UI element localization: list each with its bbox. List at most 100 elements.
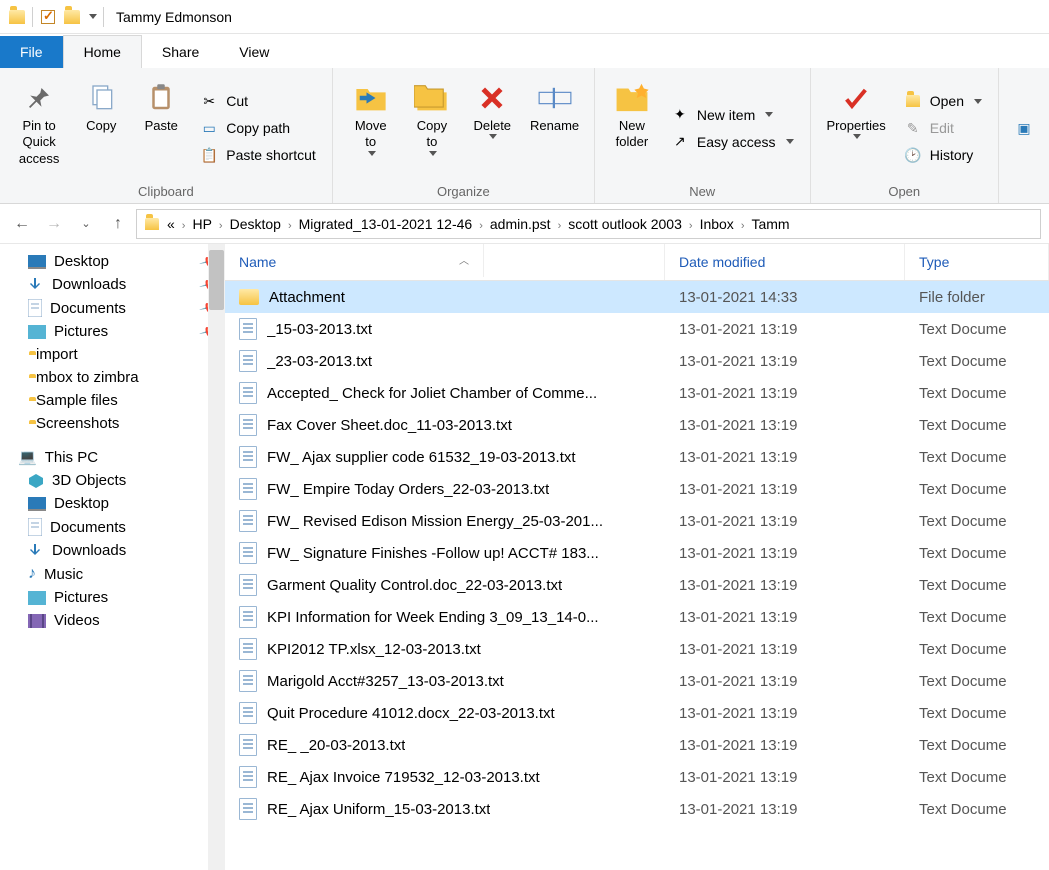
file-list-header: ︿ Name Date modified Type <box>225 244 1049 281</box>
tree-item[interactable]: import <box>0 343 225 366</box>
file-date: 13-01-2021 13:19 <box>665 417 905 434</box>
copy-to-button[interactable]: Copy to <box>405 74 460 182</box>
cut-button[interactable]: ✂Cut <box>194 90 322 112</box>
breadcrumb-item[interactable]: « <box>163 214 179 234</box>
tab-view[interactable]: View <box>219 36 289 68</box>
file-row[interactable]: _15-03-2013.txt13-01-2021 13:19Text Docu… <box>225 313 1049 345</box>
properties-button[interactable]: Properties <box>821 74 892 182</box>
file-row[interactable]: FW_ Revised Edison Mission Energy_25-03-… <box>225 505 1049 537</box>
file-row[interactable]: Quit Procedure 41012.docx_22-03-2013.txt… <box>225 697 1049 729</box>
edit-button[interactable]: ✎Edit <box>898 117 988 139</box>
chevron-down-icon <box>765 112 773 117</box>
tree-this-pc[interactable]: 💻 This PC <box>0 445 225 469</box>
file-name: Garment Quality Control.doc_22-03-2013.t… <box>267 577 562 594</box>
file-row[interactable]: Marigold Acct#3257_13-03-2013.txt13-01-2… <box>225 665 1049 697</box>
breadcrumb-item[interactable]: scott outlook 2003 <box>564 214 686 234</box>
file-row[interactable]: Attachment13-01-2021 14:33File folder <box>225 281 1049 313</box>
new-item-icon: ✦ <box>671 106 689 124</box>
file-row[interactable]: KPI Information for Week Ending 3_09_13_… <box>225 601 1049 633</box>
scrollbar-thumb[interactable] <box>209 250 224 310</box>
file-row[interactable]: FW_ Empire Today Orders_22-03-2013.txt13… <box>225 473 1049 505</box>
qat-dropdown-icon[interactable] <box>89 14 97 19</box>
file-row[interactable]: FW_ Ajax supplier code 61532_19-03-2013.… <box>225 441 1049 473</box>
file-icon <box>239 318 257 340</box>
copy-icon <box>85 78 117 118</box>
tree-item[interactable]: mbox to zimbra <box>0 366 225 389</box>
col-date[interactable]: Date modified <box>665 244 905 280</box>
tree-item[interactable]: 3D Objects <box>0 469 225 492</box>
breadcrumb-item[interactable]: admin.pst <box>486 214 555 234</box>
qat-folder-icon[interactable] <box>63 8 81 26</box>
file-row[interactable]: RE_ _20-03-2013.txt13-01-2021 13:19Text … <box>225 729 1049 761</box>
breadcrumb-item[interactable]: HP <box>188 214 215 234</box>
breadcrumb-item[interactable]: Inbox <box>696 214 738 234</box>
file-date: 13-01-2021 13:19 <box>665 545 905 562</box>
tree-item[interactable]: Pictures📌 <box>0 320 225 343</box>
file-row[interactable]: RE_ Ajax Invoice 719532_12-03-2013.txt13… <box>225 761 1049 793</box>
qat-checkbox-icon[interactable] <box>39 8 57 26</box>
nav-back-button[interactable]: ← <box>8 210 36 238</box>
documents-icon <box>28 299 42 317</box>
nav-recent-button[interactable]: ⌄ <box>72 210 100 238</box>
breadcrumb-item[interactable]: Desktop <box>226 214 285 234</box>
tree-item[interactable]: Pictures <box>0 586 225 609</box>
breadcrumb-item[interactable]: Tamm <box>747 214 793 234</box>
new-item-button[interactable]: ✦New item <box>665 104 800 126</box>
tab-file[interactable]: File <box>0 36 63 68</box>
file-type: Text Docume <box>905 321 1049 338</box>
file-icon <box>239 798 257 820</box>
tree-item[interactable]: Downloads📌 <box>0 273 225 296</box>
chevron-right-icon: › <box>555 220 565 232</box>
tree-scrollbar[interactable] <box>208 244 225 870</box>
tree-item[interactable]: Desktop <box>0 492 225 515</box>
file-row[interactable]: Fax Cover Sheet.doc_11-03-2013.txt13-01-… <box>225 409 1049 441</box>
col-type[interactable]: Type <box>905 244 1049 280</box>
new-folder-button[interactable]: New folder <box>605 74 659 182</box>
breadcrumbs[interactable]: «›HP›Desktop›Migrated_13-01-2021 12-46›a… <box>136 209 1041 239</box>
breadcrumb-item[interactable]: Migrated_13-01-2021 12-46 <box>295 214 477 234</box>
file-name: RE_ _20-03-2013.txt <box>267 737 405 754</box>
tree-item[interactable]: Sample files <box>0 389 225 412</box>
chevron-down-icon <box>489 134 497 139</box>
nav-up-button[interactable]: ↑ <box>104 210 132 238</box>
file-row[interactable]: RE_ Ajax Uniform_15-03-2013.txt13-01-202… <box>225 793 1049 825</box>
copyto-icon <box>414 78 450 118</box>
pin-quick-access-button[interactable]: Pin to Quick access <box>10 74 68 182</box>
select-partial-button[interactable]: ▣ <box>1009 117 1039 139</box>
tree-item[interactable]: Videos <box>0 609 225 632</box>
file-row[interactable]: _23-03-2013.txt13-01-2021 13:19Text Docu… <box>225 345 1049 377</box>
paste-shortcut-button[interactable]: 📋Paste shortcut <box>194 144 322 166</box>
open-button[interactable]: Open <box>898 90 988 112</box>
delete-button[interactable]: Delete <box>465 74 519 182</box>
tree-item[interactable]: Documents📌 <box>0 296 225 320</box>
tree-item[interactable]: Screenshots <box>0 412 225 435</box>
nav-tree[interactable]: Desktop📌Downloads📌Documents📌Pictures📌imp… <box>0 244 225 870</box>
file-icon <box>239 382 257 404</box>
rename-button[interactable]: Rename <box>525 74 584 182</box>
history-button[interactable]: 🕑History <box>898 144 988 166</box>
file-name: FW_ Ajax supplier code 61532_19-03-2013.… <box>267 449 576 466</box>
file-row[interactable]: FW_ Signature Finishes -Follow up! ACCT#… <box>225 537 1049 569</box>
tree-item[interactable]: Documents <box>0 515 225 539</box>
paste-button[interactable]: Paste <box>134 74 188 182</box>
file-date: 13-01-2021 13:19 <box>665 353 905 370</box>
open-icon <box>904 92 922 110</box>
move-to-button[interactable]: Move to <box>343 74 399 182</box>
file-row[interactable]: Accepted_ Check for Joliet Chamber of Co… <box>225 377 1049 409</box>
tree-item[interactable]: Downloads <box>0 539 225 562</box>
group-clipboard: Pin to Quick access Copy Paste ✂Cut ▭Cop… <box>0 68 333 203</box>
easy-access-button[interactable]: ↗Easy access <box>665 131 800 153</box>
copy-path-button[interactable]: ▭Copy path <box>194 117 322 139</box>
tree-item[interactable]: Desktop📌 <box>0 250 225 273</box>
tab-share[interactable]: Share <box>142 36 219 68</box>
path-icon: ▭ <box>200 119 218 137</box>
nav-forward-button[interactable]: → <box>40 210 68 238</box>
select-icon: ▣ <box>1015 119 1033 137</box>
copy-button[interactable]: Copy <box>74 74 128 182</box>
file-type: Text Docume <box>905 769 1049 786</box>
tab-home[interactable]: Home <box>63 35 142 68</box>
file-row[interactable]: KPI2012 TP.xlsx_12-03-2013.txt13-01-2021… <box>225 633 1049 665</box>
file-row[interactable]: Garment Quality Control.doc_22-03-2013.t… <box>225 569 1049 601</box>
file-name: RE_ Ajax Uniform_15-03-2013.txt <box>267 801 490 818</box>
tree-item[interactable]: ♪Music <box>0 562 225 586</box>
